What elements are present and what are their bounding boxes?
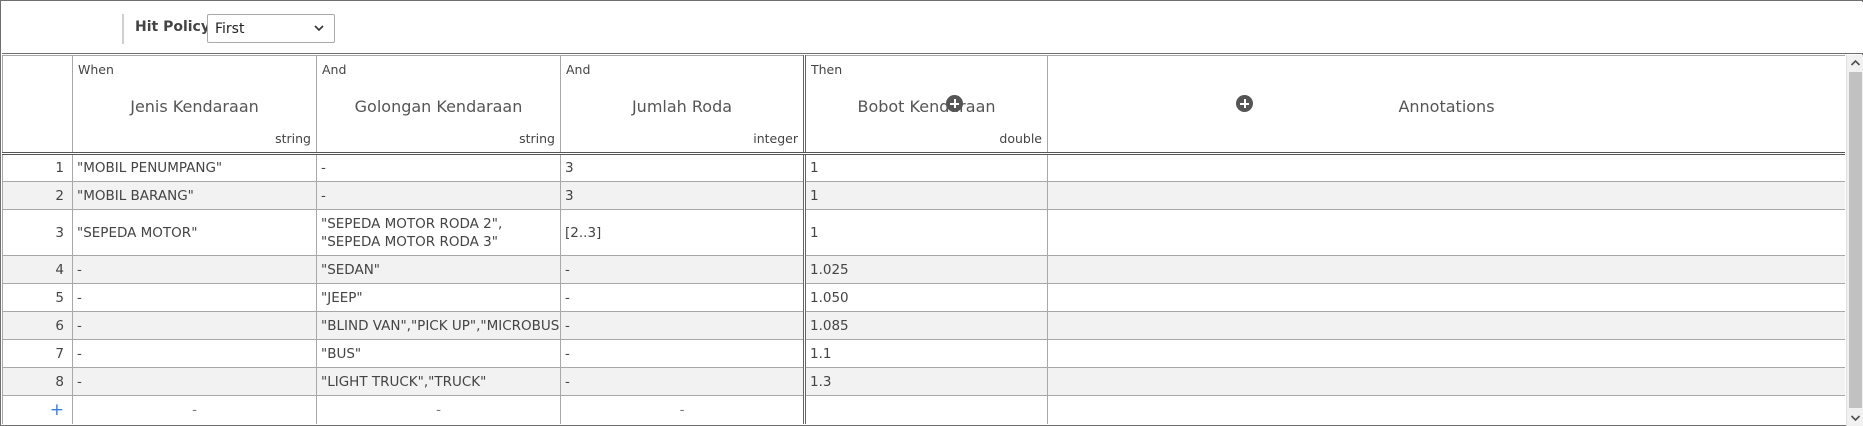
rule-cell[interactable]: -	[560, 283, 805, 312]
toolbar-divider	[122, 14, 124, 44]
rule-cell[interactable]: -	[72, 311, 317, 340]
add-input-column-icon[interactable]	[946, 95, 963, 112]
row-number: 5	[2, 283, 73, 312]
table-row: 3 "SEPEDA MOTOR" "SEPEDA MOTOR RODA 2", …	[2, 209, 1845, 256]
column-kind: When	[78, 62, 114, 77]
column-type: string	[519, 131, 555, 146]
rule-cell[interactable]: -	[560, 339, 805, 368]
table-row: 4 - "SEDAN" - 1.025	[2, 255, 1845, 284]
decision-table: When Jenis Kendaraan string And Golongan…	[2, 55, 1845, 426]
table-row: 5 - "JEEP" - 1.050	[2, 283, 1845, 312]
new-rule-placeholder[interactable]	[803, 395, 1048, 424]
annotation-cell[interactable]	[1047, 255, 1845, 284]
rule-cell[interactable]: "MOBIL PENUMPANG"	[72, 153, 317, 182]
annotation-cell[interactable]	[1047, 153, 1845, 182]
add-rule-row: + - - -	[2, 395, 1845, 424]
rule-cell[interactable]: [2..3]	[560, 209, 805, 256]
column-name: Bobot Kendaraan	[857, 97, 996, 116]
rule-cell[interactable]: -	[560, 311, 805, 340]
rule-cell[interactable]: -	[316, 181, 561, 210]
column-name: Golongan Kendaraan	[354, 97, 523, 116]
scrollbar-thumb[interactable]	[1849, 72, 1862, 408]
vertical-scrollbar[interactable]	[1846, 55, 1863, 426]
rule-cell[interactable]: 3	[560, 181, 805, 210]
hit-policy-select[interactable]: First	[207, 14, 335, 43]
scroll-up-icon[interactable]	[1847, 55, 1863, 71]
table-row: 8 - "LIGHT TRUCK","TRUCK" - 1.3	[2, 367, 1845, 396]
rule-cell[interactable]: 1.3	[803, 367, 1048, 396]
hit-policy-value: First	[215, 21, 245, 37]
rule-cell[interactable]: "BUS"	[316, 339, 561, 368]
column-name: Annotations	[1398, 97, 1495, 116]
rule-cell[interactable]: "LIGHT TRUCK","TRUCK"	[316, 367, 561, 396]
rule-cell[interactable]: "BLIND VAN","PICK UP","MICROBUS"	[316, 311, 561, 340]
annotation-cell[interactable]	[1047, 283, 1845, 312]
rule-cell[interactable]: 1.1	[803, 339, 1048, 368]
hit-policy-label: Hit Policy:	[135, 19, 216, 35]
column-type: double	[999, 131, 1042, 146]
rule-cell[interactable]: 3	[560, 153, 805, 182]
input-column-header-1[interactable]: When Jenis Kendaraan string	[72, 55, 317, 155]
table-row: 2 "MOBIL BARANG" - 3 1	[2, 181, 1845, 210]
input-column-header-3[interactable]: And Jumlah Roda integer	[560, 55, 805, 155]
rule-cell[interactable]: "SEPEDA MOTOR"	[72, 209, 317, 256]
rule-cell[interactable]: -	[560, 255, 805, 284]
rule-cell[interactable]: 1	[803, 181, 1048, 210]
new-rule-placeholder[interactable]: -	[72, 395, 317, 424]
rule-cell[interactable]: "SEDAN"	[316, 255, 561, 284]
new-rule-placeholder[interactable]: -	[560, 395, 805, 424]
rule-cell[interactable]: -	[72, 255, 317, 284]
annotations-column-header[interactable]: Annotations	[1047, 55, 1845, 155]
rule-cell[interactable]: -	[560, 367, 805, 396]
new-rule-placeholder[interactable]: -	[316, 395, 561, 424]
row-number: 7	[2, 339, 73, 368]
rule-cell[interactable]: -	[72, 283, 317, 312]
column-kind: And	[566, 62, 591, 77]
row-number: 1	[2, 153, 73, 182]
add-rule-cell[interactable]: +	[2, 395, 73, 424]
rule-cell[interactable]: "MOBIL BARANG"	[72, 181, 317, 210]
annotation-cell[interactable]	[1047, 339, 1845, 368]
column-type: string	[275, 131, 311, 146]
row-number: 4	[2, 255, 73, 284]
annotation-cell[interactable]	[1047, 367, 1845, 396]
column-name: Jenis Kendaraan	[130, 97, 259, 116]
rule-cell[interactable]: -	[316, 153, 561, 182]
row-number: 6	[2, 311, 73, 340]
table-row: 6 - "BLIND VAN","PICK UP","MICROBUS" - 1…	[2, 311, 1845, 340]
table-row: 1 "MOBIL PENUMPANG" - 3 1	[2, 153, 1845, 182]
new-rule-annotation[interactable]	[1047, 395, 1845, 424]
add-output-column-icon[interactable]	[1236, 95, 1253, 112]
column-name: Jumlah Roda	[631, 97, 733, 116]
add-rule-button[interactable]: +	[50, 400, 64, 420]
row-number: 8	[2, 367, 73, 396]
annotation-cell[interactable]	[1047, 311, 1845, 340]
rule-cell[interactable]: "SEPEDA MOTOR RODA 2", "SEPEDA MOTOR ROD…	[316, 209, 561, 256]
rule-cell[interactable]: 1	[803, 153, 1048, 182]
decision-table-editor: Hit Policy: First When Jenis Kendaraan s…	[0, 0, 1863, 426]
rule-cell[interactable]: 1	[803, 209, 1048, 256]
scroll-down-icon[interactable]	[1847, 410, 1863, 426]
rule-cell[interactable]: 1.085	[803, 311, 1048, 340]
column-kind: Then	[811, 62, 843, 77]
output-column-header[interactable]: Then Bobot Kendaraan double	[803, 55, 1048, 155]
rule-cell[interactable]: -	[72, 367, 317, 396]
rule-cell[interactable]: 1.025	[803, 255, 1048, 284]
rule-cell[interactable]: -	[72, 339, 317, 368]
header-index-cell	[2, 55, 73, 155]
input-column-header-2[interactable]: And Golongan Kendaraan string	[316, 55, 561, 155]
toolbar: Hit Policy: First	[2, 2, 1863, 54]
rule-cell[interactable]: 1.050	[803, 283, 1048, 312]
row-number: 2	[2, 181, 73, 210]
column-kind: And	[322, 62, 347, 77]
table-row: 7 - "BUS" - 1.1	[2, 339, 1845, 368]
row-number: 3	[2, 209, 73, 256]
annotation-cell[interactable]	[1047, 209, 1845, 256]
annotation-cell[interactable]	[1047, 181, 1845, 210]
chevron-down-icon	[314, 25, 324, 32]
column-type: integer	[753, 131, 798, 146]
rule-cell[interactable]: "JEEP"	[316, 283, 561, 312]
